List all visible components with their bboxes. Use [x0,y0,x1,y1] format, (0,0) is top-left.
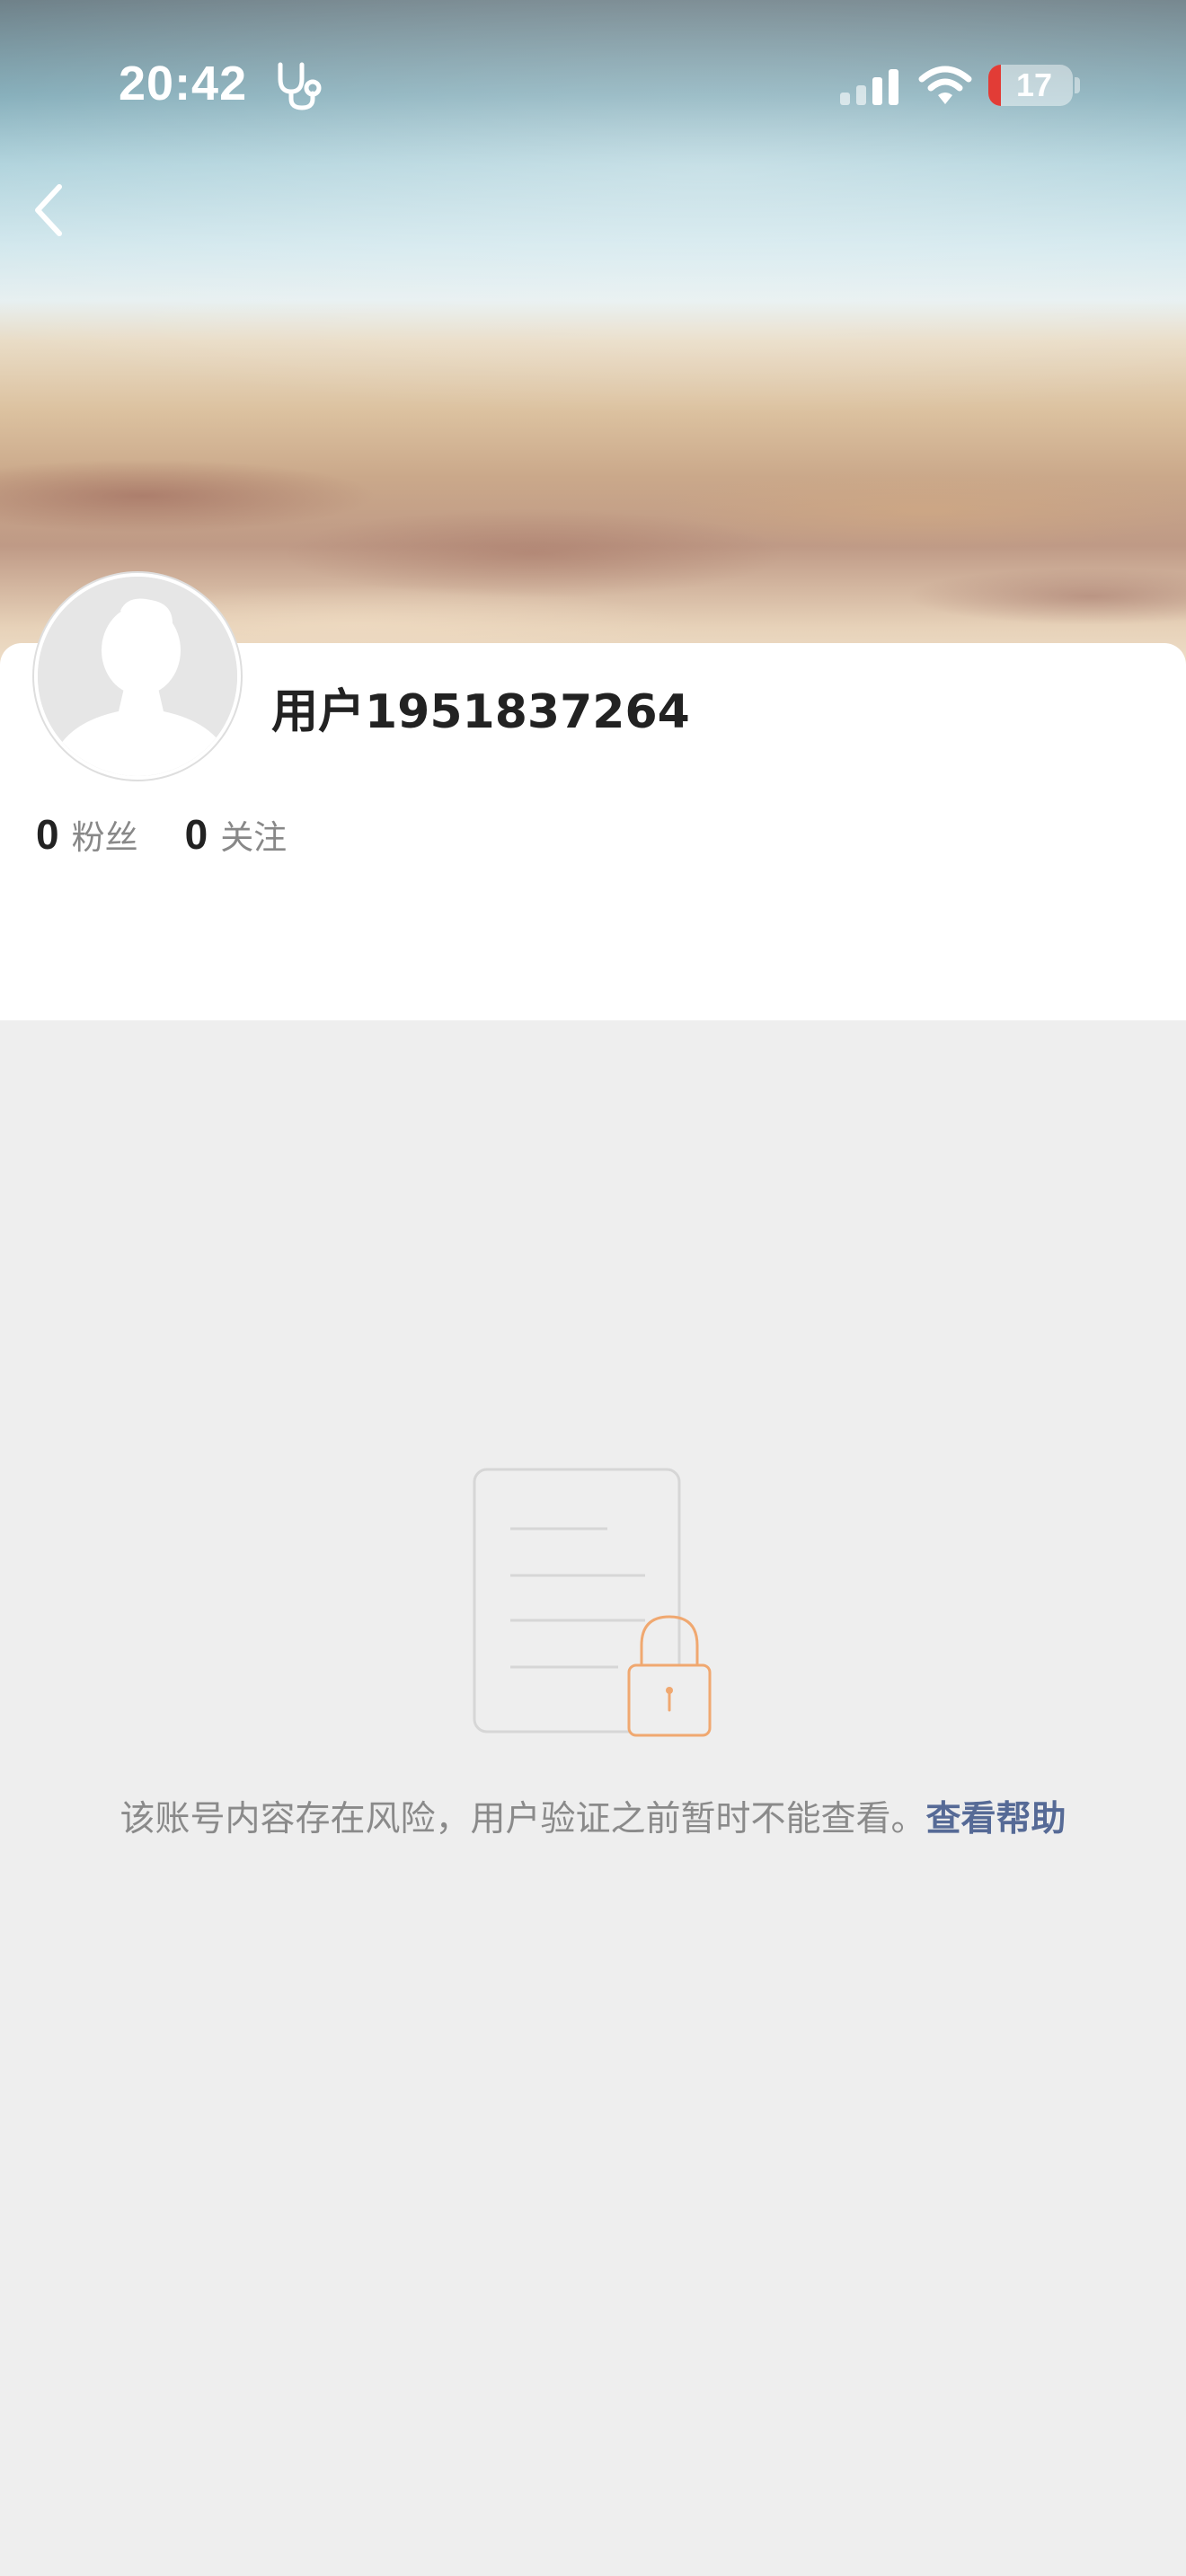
profile-stats: 0 粉丝 0 关注 [36,810,333,859]
wifi-icon [918,66,972,104]
avatar[interactable] [34,573,241,780]
cellular-signal-icon [840,69,898,105]
help-link[interactable]: 查看帮助 [926,1799,1067,1839]
chevron-left-icon [35,184,62,236]
followers-stat[interactable]: 0 粉丝 [36,810,138,859]
back-button[interactable] [20,176,77,244]
default-avatar-icon [38,577,237,776]
following-stat[interactable]: 0 关注 [185,810,288,859]
status-time: 20:42 [119,57,248,110]
battery-percent: 17 [1015,66,1053,103]
battery-icon: 17 [988,65,1073,106]
status-bar: 20:42 17 [0,0,1186,171]
battery-level [988,65,1001,106]
locked-document-icon [473,1468,712,1737]
profile-screen: 20:42 17 用户1951837264 0 粉丝 0 关注 该账号内容存在风… [0,0,1186,2576]
restricted-message-text: 该账号内容存在风险，用户验证之前暂时不能查看。 [119,1799,926,1839]
battery-tip [1075,77,1080,93]
following-label: 关注 [220,818,288,857]
following-count: 0 [184,811,208,858]
restricted-message: 该账号内容存在风险，用户验证之前暂时不能查看。查看帮助 [99,1795,1087,1844]
stethoscope-icon [278,62,322,110]
followers-label: 粉丝 [71,818,138,857]
username: 用户1951837264 [271,685,690,739]
followers-count: 0 [36,811,59,858]
